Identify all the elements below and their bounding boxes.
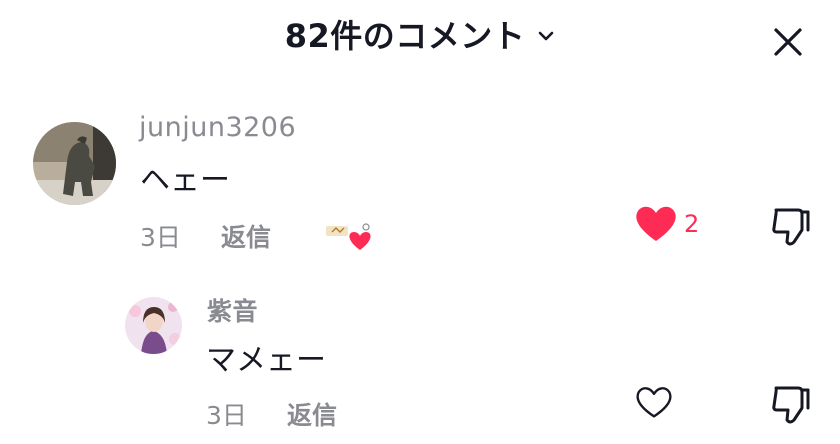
comment-username[interactable]: junjun3206 xyxy=(139,112,296,143)
close-icon[interactable] xyxy=(768,22,808,62)
reply-button[interactable]: 返信 xyxy=(221,218,271,254)
avatar[interactable] xyxy=(33,122,116,205)
heart-filled-icon[interactable] xyxy=(634,203,678,243)
comment-sort-dropdown[interactable]: 82件のコメント xyxy=(285,14,556,58)
reply-username[interactable]: 紫音 xyxy=(207,292,258,328)
chevron-down-icon xyxy=(538,31,554,41)
comment-date: 3日 xyxy=(140,223,181,252)
comments-panel: 82件のコメント junjun3206 ヘェー 3日 返信 2 紫音 マメェー … xyxy=(0,0,840,444)
like-count: 2 xyxy=(684,210,700,238)
reply-button[interactable]: 返信 xyxy=(287,396,337,432)
reply-avatar[interactable] xyxy=(125,297,182,354)
comments-header: 82件のコメント xyxy=(0,14,840,58)
comments-count-title: 82件のコメント xyxy=(284,17,526,55)
thumbs-down-icon[interactable] xyxy=(768,382,812,426)
reply-date: 3日 xyxy=(206,401,247,430)
reply-text: マメェー xyxy=(206,343,326,378)
creator-liked-badge xyxy=(326,222,374,256)
comment-text: ヘェー xyxy=(140,163,230,198)
heart-outline-icon[interactable] xyxy=(634,384,674,420)
thumbs-down-icon[interactable] xyxy=(768,204,812,248)
creator-heart-icon xyxy=(326,223,371,250)
